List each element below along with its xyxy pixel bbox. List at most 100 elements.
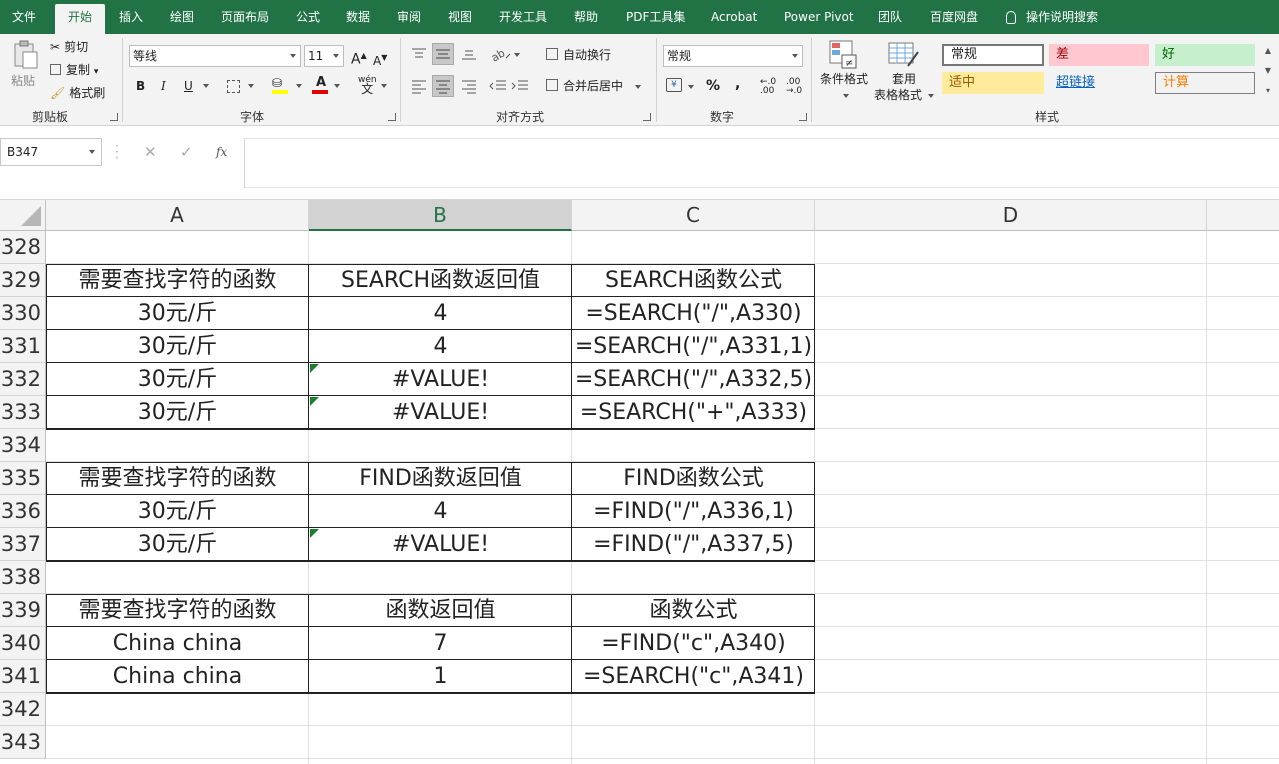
cell-b[interactable]: #VALUE! [309, 396, 572, 429]
styles-more-icon[interactable]: ▾ [1262, 86, 1274, 100]
chevron-down-icon[interactable] [334, 84, 340, 88]
clipboard-launcher-icon[interactable] [110, 113, 118, 121]
font-color-icon[interactable]: A [312, 76, 330, 94]
cell-a[interactable]: 需要查找字符的函数 [46, 462, 309, 495]
chevron-down-icon[interactable] [514, 53, 520, 57]
cell-b[interactable]: 4 [309, 495, 572, 528]
tab-file[interactable]: 文件 [12, 0, 36, 34]
cell-a[interactable]: 30元/斤 [46, 363, 309, 396]
font-name-select[interactable]: 等线 [129, 45, 301, 67]
row-header[interactable]: 341 [0, 660, 46, 693]
align-right-icon[interactable] [460, 78, 478, 94]
paste-button[interactable]: 粘贴 [8, 40, 42, 90]
cell-a[interactable]: 30元/斤 [46, 528, 309, 561]
cell-b[interactable] [309, 429, 572, 462]
cancel-icon[interactable]: ✕ [144, 143, 157, 161]
row-header[interactable]: 329 [0, 264, 46, 297]
tab-acrobat[interactable]: Acrobat [711, 0, 757, 34]
cell-c[interactable] [572, 726, 815, 759]
style-hyperlink[interactable]: 超链接 [1049, 72, 1149, 94]
cell-b[interactable]: #VALUE! [309, 528, 572, 561]
cell-c[interactable]: 函数公式 [572, 594, 815, 627]
cell-a[interactable]: China china [46, 660, 309, 693]
decrease-decimal-button[interactable]: .00 →.0 [786, 78, 802, 96]
error-indicator-icon[interactable] [310, 397, 319, 406]
tab-draw[interactable]: 绘图 [170, 0, 194, 34]
cell-c[interactable]: =SEARCH("/",A332,5) [572, 363, 815, 396]
cell-b[interactable] [309, 231, 572, 264]
cell-c[interactable] [572, 693, 815, 726]
cell-b[interactable]: FIND函数返回值 [309, 462, 572, 495]
font-launcher-icon[interactable] [388, 113, 396, 121]
cell-a[interactable] [46, 231, 309, 264]
row-header[interactable]: 340 [0, 627, 46, 660]
cell-a[interactable]: 需要查找字符的函数 [46, 264, 309, 297]
cell-c[interactable]: =SEARCH("c",A341) [572, 660, 815, 693]
chevron-down-icon[interactable] [688, 85, 694, 89]
italic-button[interactable]: I [161, 77, 166, 95]
cell-c[interactable]: =FIND("/",A336,1) [572, 495, 815, 528]
select-all-corner[interactable] [0, 200, 46, 231]
cell-c[interactable] [572, 231, 815, 264]
chevron-down-icon[interactable] [203, 84, 209, 88]
row-header[interactable]: 335 [0, 462, 46, 495]
cell-c[interactable]: FIND函数公式 [572, 462, 815, 495]
cell-b[interactable]: SEARCH函数返回值 [309, 264, 572, 297]
tab-data[interactable]: 数据 [346, 0, 370, 34]
row-header[interactable]: 331 [0, 330, 46, 363]
cell-c[interactable]: =FIND("c",A340) [572, 627, 815, 660]
cell-c[interactable]: SEARCH函数公式 [572, 264, 815, 297]
cell-c[interactable]: =FIND("/",A337,5) [572, 528, 815, 561]
cell-a[interactable]: 30元/斤 [46, 495, 309, 528]
tab-pdf-tools[interactable]: PDF工具集 [626, 0, 685, 34]
error-indicator-icon[interactable] [310, 529, 319, 538]
cell-b[interactable]: 1 [309, 660, 572, 693]
row-header[interactable]: 337 [0, 528, 46, 561]
row-header[interactable]: 342 [0, 693, 46, 726]
style-bad[interactable]: 差 [1049, 44, 1149, 66]
tab-formulas[interactable]: 公式 [296, 0, 320, 34]
align-top-icon[interactable] [410, 46, 428, 62]
chevron-down-icon[interactable] [381, 84, 387, 88]
row-header[interactable]: 332 [0, 363, 46, 396]
cell-b[interactable]: 7 [309, 627, 572, 660]
decrease-font-button[interactable]: A▼ [373, 49, 387, 70]
currency-icon[interactable]: ¥ [666, 78, 682, 92]
tab-developer[interactable]: 开发工具 [499, 0, 547, 34]
tab-view[interactable]: 视图 [448, 0, 472, 34]
cell-a[interactable] [46, 429, 309, 462]
enter-icon[interactable]: ✓ [180, 143, 193, 161]
align-center-icon[interactable] [432, 75, 454, 97]
cell-c[interactable]: =SEARCH("/",A331,1) [572, 330, 815, 363]
style-normal[interactable]: 常规 [942, 44, 1044, 66]
column-header-c[interactable]: C [572, 200, 815, 231]
increase-indent-icon[interactable] [510, 78, 530, 94]
alignment-launcher-icon[interactable] [643, 113, 651, 121]
format-painter-button[interactable]: 🖌 格式刷 [50, 84, 105, 102]
name-box[interactable]: B347 [0, 138, 102, 166]
formula-input[interactable] [244, 138, 1279, 188]
copy-button[interactable]: 复制 ▾ [50, 61, 98, 81]
comma-button[interactable]: , [735, 75, 740, 93]
tab-baidu-netdisk[interactable]: 百度网盘 [930, 0, 978, 34]
bold-button[interactable]: B [136, 77, 145, 95]
error-indicator-icon[interactable] [310, 364, 319, 373]
cell-b[interactable] [309, 726, 572, 759]
column-header-d[interactable]: D [815, 200, 1207, 231]
decrease-indent-icon[interactable] [488, 78, 508, 94]
insert-function-icon[interactable]: fx [216, 143, 227, 161]
row-header[interactable]: 333 [0, 396, 46, 429]
row-header[interactable]: 336 [0, 495, 46, 528]
cell-a[interactable] [46, 726, 309, 759]
cell-b[interactable]: 4 [309, 330, 572, 363]
cell-b[interactable] [309, 561, 572, 594]
format-as-table-button[interactable]: 套用 表格格式 [872, 38, 938, 104]
cell-a[interactable]: 30元/斤 [46, 396, 309, 429]
cell-b[interactable] [309, 693, 572, 726]
cell-a[interactable] [46, 693, 309, 726]
tab-insert[interactable]: 插入 [119, 0, 143, 34]
fill-color-icon[interactable]: ⛁ [272, 76, 290, 94]
cell-a[interactable]: 30元/斤 [46, 330, 309, 363]
number-launcher-icon[interactable] [799, 113, 807, 121]
underline-button[interactable]: U [184, 77, 193, 95]
